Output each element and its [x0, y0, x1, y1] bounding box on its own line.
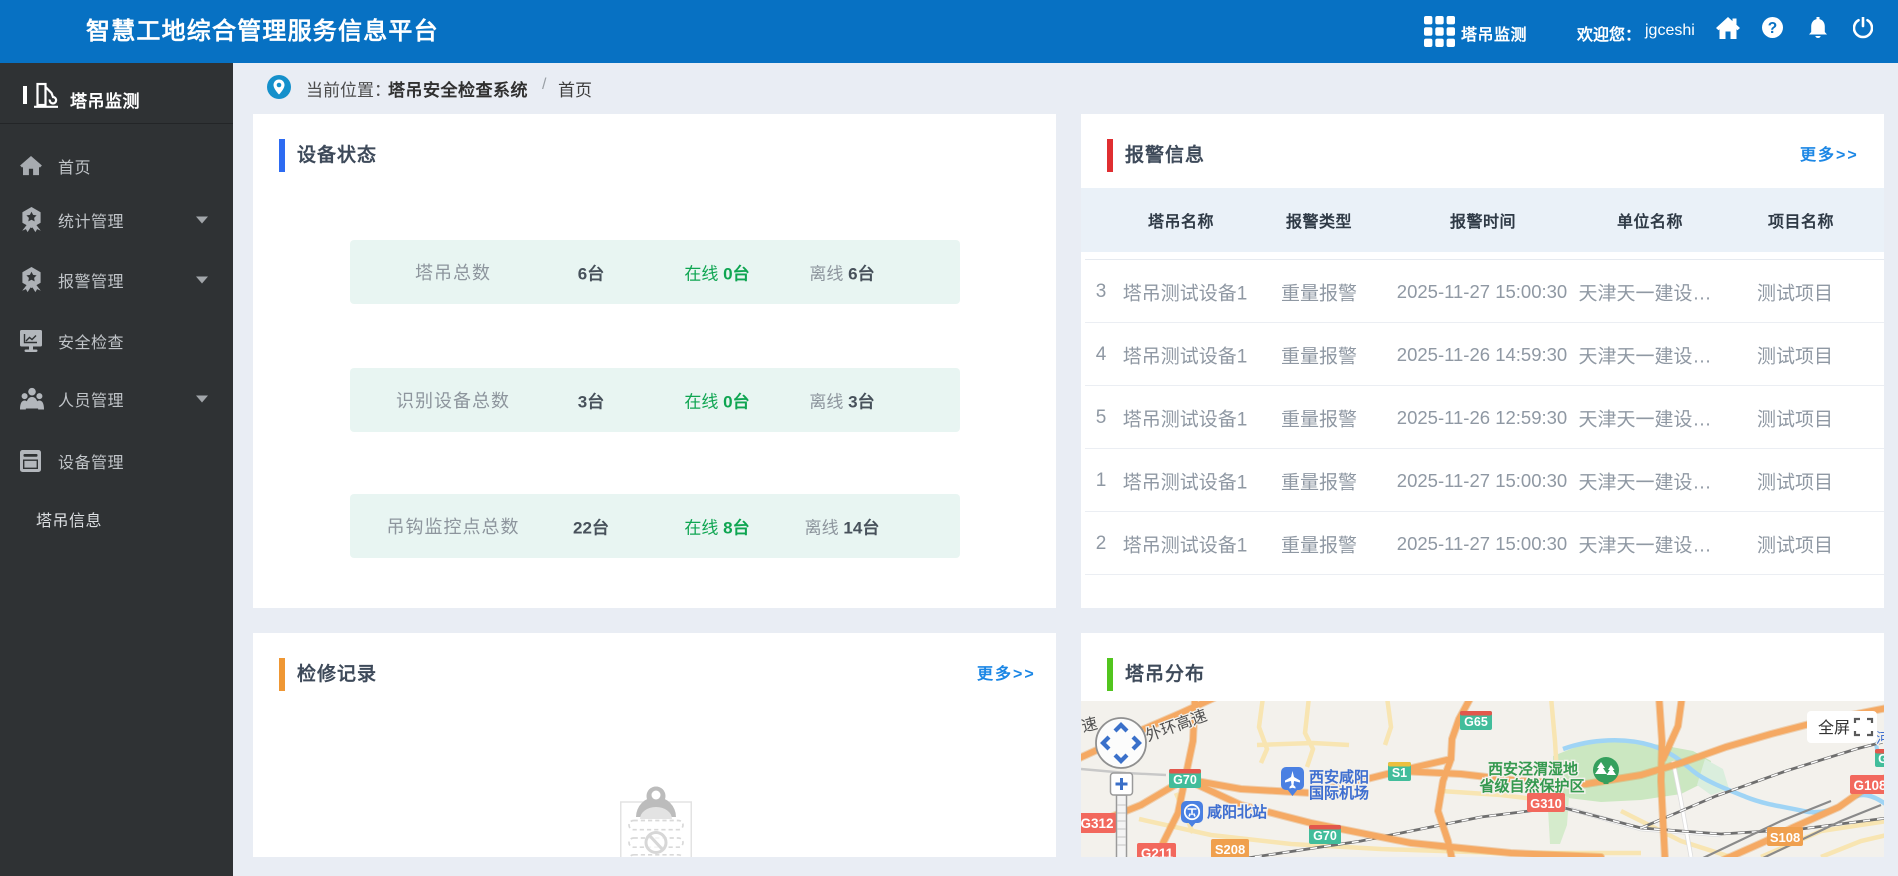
svg-text:G65: G65 — [1464, 715, 1488, 729]
svg-text:G70: G70 — [1313, 829, 1337, 843]
svg-text:G70: G70 — [1173, 773, 1197, 787]
svg-text:G312: G312 — [1081, 816, 1114, 831]
svg-text:河: 河 — [1876, 730, 1884, 746]
svg-text:G: G — [1878, 752, 1884, 766]
svg-text:省级自然保护区: 省级自然保护区 — [1478, 777, 1584, 795]
svg-text:?: ? — [1768, 20, 1777, 37]
svg-text:S208: S208 — [1215, 842, 1245, 857]
svg-text:G310: G310 — [1530, 796, 1562, 811]
svg-text:全屏: 全屏 — [1818, 719, 1850, 737]
svg-text:西安咸阳: 西安咸阳 — [1309, 768, 1369, 786]
svg-text:G108: G108 — [1853, 778, 1884, 793]
svg-text:西安泾渭湿地: 西安泾渭湿地 — [1488, 760, 1578, 778]
svg-text:国际机场: 国际机场 — [1309, 784, 1369, 802]
svg-text:S108: S108 — [1770, 830, 1800, 845]
svg-text:咸阳北站: 咸阳北站 — [1207, 803, 1267, 821]
svg-text:G211: G211 — [1141, 846, 1174, 857]
svg-text:S1: S1 — [1392, 766, 1407, 780]
